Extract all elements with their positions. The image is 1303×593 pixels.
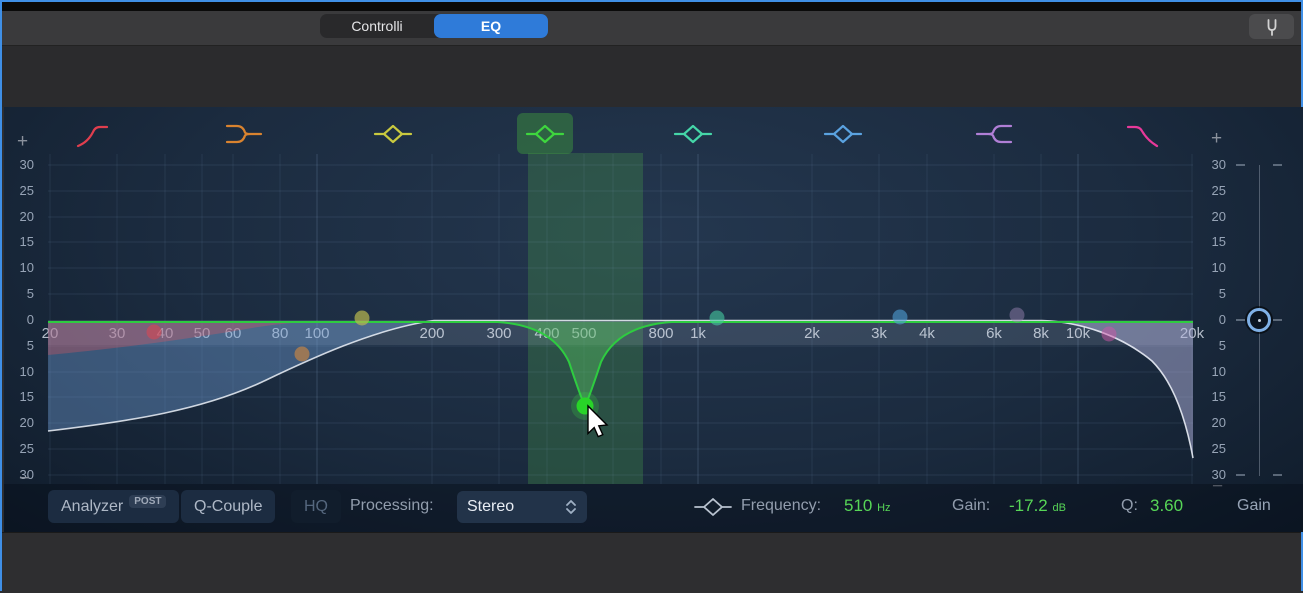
slider-tick [1273, 474, 1282, 476]
db-tick-label: 15 [8, 389, 34, 404]
analyzer-button[interactable]: Analyzer POST [48, 490, 179, 523]
selected-band-column-highlight [528, 153, 643, 484]
db-tick-label: 5 [1200, 286, 1226, 301]
highpass-icon [68, 116, 116, 152]
analyzer-label: Analyzer [61, 498, 123, 516]
q-readout-label: Q: [1121, 497, 1138, 515]
tab-controlli[interactable]: Controlli [320, 14, 434, 38]
bell-icon [521, 116, 569, 152]
bell-icon [369, 116, 417, 152]
db-tick-label: 20 [1200, 415, 1226, 430]
db-tick-label: 15 [1200, 389, 1226, 404]
db-tick-label: 30 [8, 157, 34, 172]
db-tick-label: 25 [1200, 441, 1226, 456]
db-tick-label: 25 [1200, 183, 1226, 198]
db-tick-label: 20 [8, 209, 34, 224]
window-top-strip [2, 2, 1301, 11]
gain-readout-label: Gain: [952, 497, 990, 515]
scale-zoom-plus-left[interactable]: + [17, 131, 28, 153]
db-tick-label: 25 [8, 441, 34, 456]
view-segmented-control: Controlli EQ [320, 14, 548, 38]
analyzer-post-badge[interactable]: POST [129, 495, 166, 508]
db-tick-label: 30 [1200, 157, 1226, 172]
db-tick-label: 5 [8, 338, 34, 353]
band-2-low-shelf-button[interactable] [216, 113, 272, 154]
slider-tick [1236, 164, 1245, 166]
processing-select[interactable]: Stereo [457, 491, 587, 523]
scale-zoom-plus-right[interactable]: + [1211, 128, 1222, 150]
db-tick-label: 20 [1200, 209, 1226, 224]
processing-value: Stereo [467, 498, 514, 516]
plugin-header-area [2, 46, 1301, 107]
bell-icon [819, 116, 867, 152]
lowpass-icon [1119, 116, 1167, 152]
q-readout-value[interactable]: 3.60 [1150, 496, 1183, 516]
slider-tick [1273, 164, 1282, 166]
select-chevrons-icon [565, 499, 577, 515]
db-tick-label: 0 [8, 312, 34, 327]
high-shelf-icon [970, 116, 1018, 152]
db-tick-label: 15 [1200, 234, 1226, 249]
band-4-bell-button[interactable] [517, 113, 573, 154]
db-tick-label: 10 [8, 364, 34, 379]
bottom-control-bar: Analyzer POST Q-Couple HQ Processing: St… [4, 484, 1303, 532]
db-tick-label: 0 [1200, 312, 1226, 327]
band-7-high-shelf-button[interactable] [966, 113, 1022, 154]
hq-button[interactable]: HQ [291, 490, 341, 523]
band-3-bell-button[interactable] [365, 113, 421, 154]
eq-display[interactable] [4, 107, 1303, 532]
db-tick-label: 10 [1200, 260, 1226, 275]
bell-icon [669, 116, 717, 152]
tuning-fork-icon [1262, 17, 1282, 37]
low-shelf-icon [220, 116, 268, 152]
slider-tick [1273, 319, 1282, 321]
gain-unit: dB [1052, 502, 1065, 514]
db-tick-label: 25 [8, 183, 34, 198]
frequency-unit: Hz [877, 502, 890, 514]
band-5-bell-button[interactable] [665, 113, 721, 154]
bell-band-icon [692, 494, 734, 520]
gain-readout-value[interactable]: -17.2 dB [1009, 496, 1066, 516]
db-tick-label: 5 [1200, 338, 1226, 353]
gain-slider-label: Gain [1237, 497, 1271, 515]
slider-tick [1236, 474, 1245, 476]
hq-label: HQ [304, 498, 328, 516]
q-couple-label: Q-Couple [194, 498, 262, 516]
view-tabbar: Controlli EQ [2, 11, 1301, 46]
db-tick-label: 20 [8, 415, 34, 430]
tuning-fork-button[interactable] [1249, 14, 1294, 39]
db-tick-label: 10 [8, 260, 34, 275]
frequency-label: Frequency: [741, 497, 821, 515]
plugin-footer-area [2, 532, 1301, 591]
band-8-lowpass-button[interactable] [1115, 113, 1171, 154]
band-1-highpass-button[interactable] [64, 113, 120, 154]
db-tick-label: 15 [8, 234, 34, 249]
tab-eq[interactable]: EQ [434, 14, 548, 38]
q-couple-button[interactable]: Q-Couple [181, 490, 275, 523]
db-tick-label: 10 [1200, 364, 1226, 379]
db-tick-label: 5 [8, 286, 34, 301]
frequency-value[interactable]: 510 Hz [844, 496, 891, 516]
slider-tick [1236, 319, 1245, 321]
plugin-window: Controlli EQ 203040506080100200300400500… [0, 0, 1303, 591]
gain-slider-knob[interactable] [1247, 308, 1271, 332]
processing-label: Processing: [350, 497, 434, 515]
band-6-bell-button[interactable] [815, 113, 871, 154]
